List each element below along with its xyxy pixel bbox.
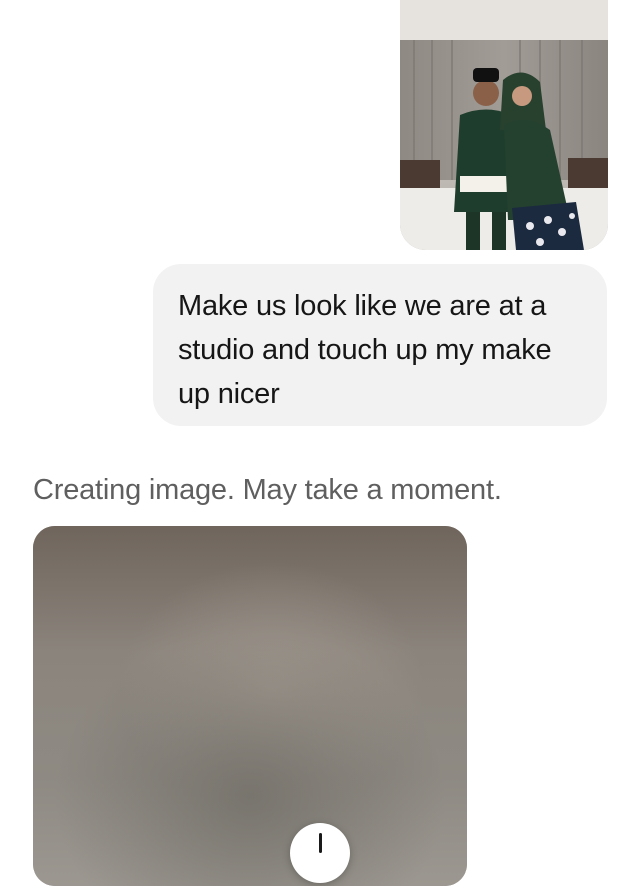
user-message-text: Make us look like we are at a studio and… bbox=[178, 290, 552, 410]
image-generation-status: Creating image. May take a moment. bbox=[33, 474, 502, 506]
user-uploaded-photo[interactable] bbox=[400, 0, 608, 250]
couple-photo-image bbox=[400, 0, 608, 250]
arrow-down-icon bbox=[318, 833, 322, 853]
blurred-preview-image bbox=[33, 526, 467, 886]
generating-image-placeholder bbox=[33, 526, 467, 886]
user-message-bubble: Make us look like we are at a studio and… bbox=[153, 264, 607, 426]
scroll-down-button[interactable] bbox=[290, 823, 350, 883]
